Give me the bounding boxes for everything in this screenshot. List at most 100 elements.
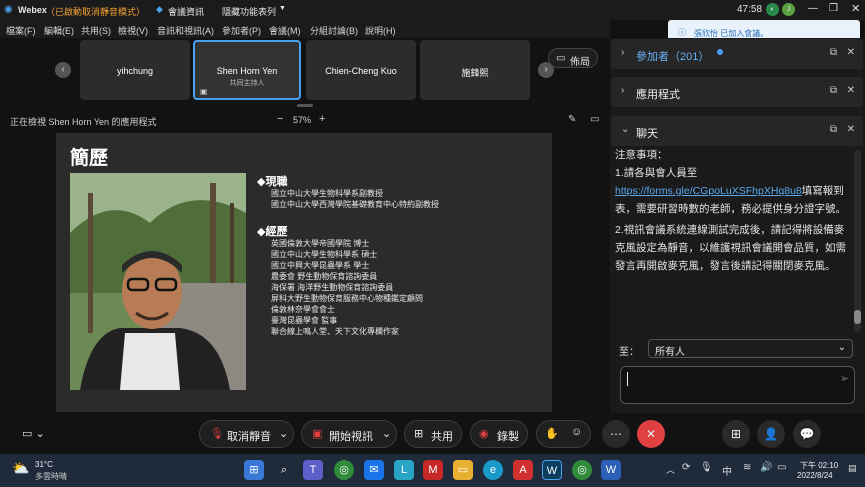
chat-panel-header[interactable]: ⌄ 聊天 ⧉ ✕ [611, 116, 863, 146]
menu-file[interactable]: 檔案(F) [6, 24, 36, 37]
start-video-button[interactable]: ▣ 開始視訊 ⌄ [301, 420, 397, 448]
apps-panel-header[interactable]: › 應用程式 ⧉ ✕ [611, 77, 863, 107]
mute-mode-label: （已啟動取消靜音模式） [46, 7, 146, 17]
edge-icon[interactable]: e [483, 460, 503, 480]
volume-icon[interactable]: 🔊 [760, 462, 772, 473]
window-icon[interactable]: ▭ [590, 114, 599, 125]
close-icon[interactable]: ✕ [847, 124, 855, 135]
slide-line: 國立中山大學生物科學系副教授 [271, 189, 383, 198]
zoom-out-button[interactable]: − [277, 113, 283, 125]
wifi-icon[interactable]: ≋ [743, 462, 751, 473]
video-tile-chien-cheng-kuo[interactable]: Chien-Cheng Kuo [306, 40, 416, 100]
close-icon[interactable]: ✕ [851, 2, 860, 15]
chat-icon[interactable]: 💬 [793, 420, 821, 448]
meeting-timer: 47:58 [737, 4, 763, 15]
tile-name: Chien-Cheng Kuo [325, 66, 397, 76]
hide-menu-bar-link[interactable]: 隱藏功能表列 [222, 5, 276, 18]
chat-text: 2.視訊會議系統連線測試完成後，請記得將設備麥克風設定為靜音，以維護視訊會議開會… [615, 224, 846, 272]
chevron-down-icon[interactable]: ⌄ [382, 427, 391, 440]
form-link[interactable]: https://forms.gle/CGpoLuXSFhpXHq8u8 [615, 185, 802, 197]
clock-time[interactable]: 下午 02:10 [800, 460, 838, 471]
video-tile-yihchung[interactable]: yihchung [80, 40, 190, 100]
close-icon[interactable]: ✕ [847, 85, 855, 96]
popout-icon[interactable]: ⧉ [830, 124, 837, 135]
menu-bar: 檔案(F) 編輯(E) 共用(S) 檢視(V) 音訊和視訊(A) 參加者(P) … [0, 20, 610, 38]
mcafee-icon[interactable]: M [423, 460, 443, 480]
line-icon[interactable]: L [394, 460, 414, 480]
recipient-select[interactable]: 所有人 ⌄ [648, 339, 853, 358]
start-icon[interactable]: ⊞ [244, 460, 264, 480]
emoji-icon[interactable]: ☺ [571, 426, 582, 438]
more-options-button[interactable]: ⋯ [602, 420, 630, 448]
notification-icon[interactable]: ▤ [848, 463, 857, 474]
popout-icon[interactable]: ⧉ [830, 47, 837, 58]
status-icon: ◐ [766, 3, 779, 16]
chat-input[interactable]: ➢ [620, 366, 855, 404]
pdf-icon[interactable]: A [513, 460, 533, 480]
webex-logo-icon: ◉ [4, 4, 13, 15]
folder-icon[interactable]: ▭ [453, 460, 473, 480]
maximize-icon[interactable]: ❐ [829, 3, 838, 14]
tray-chevron-icon[interactable]: ︿ [666, 463, 675, 476]
video-off-icon: ▣ [312, 428, 323, 440]
zoom-in-button[interactable]: + [319, 113, 325, 125]
weather-icon[interactable]: ⛅ [12, 460, 29, 477]
menu-audio-video[interactable]: 音訊和視訊(A) [157, 24, 214, 37]
tile-name: Shen Horn Yen [216, 66, 278, 76]
menu-edit[interactable]: 編輯(E) [44, 24, 74, 37]
menu-breakout[interactable]: 分組討論(B) [310, 24, 358, 37]
raise-hand-icon[interactable]: ✋ [545, 427, 559, 440]
chevron-right-icon[interactable]: › [621, 85, 624, 96]
word-icon[interactable]: W [601, 460, 621, 480]
layout-button[interactable]: ▭ 佈局 [548, 48, 598, 68]
captions-icon[interactable]: ▭ ⌄ [22, 427, 45, 440]
mail-icon[interactable]: ✉ [364, 460, 384, 480]
teams-icon[interactable]: T [303, 460, 323, 480]
chat-scrollbar[interactable] [854, 150, 861, 332]
share-button[interactable]: ⊞ 共用 [404, 420, 462, 448]
tray-app-icon[interactable]: ⟳ [682, 462, 690, 473]
minimize-icon[interactable]: — [808, 3, 818, 14]
chevron-right-icon[interactable]: › [621, 47, 624, 58]
filmstrip-prev-button[interactable]: ‹ [55, 62, 71, 78]
video-tile-4[interactable]: 施鋒熙 [420, 40, 530, 100]
participants-panel-header[interactable]: › 參加者（201） ⧉ ✕ [611, 39, 863, 69]
chrome-profile-icon[interactable]: ◎ [572, 460, 592, 480]
app-title: Webex [18, 5, 47, 15]
unmute-button[interactable]: 🎙 取消靜音 ⌄ [199, 420, 294, 448]
tile-name: 施鋒熙 [461, 68, 489, 78]
avatar[interactable]: J [782, 3, 795, 16]
menu-meeting[interactable]: 會議(M) [269, 24, 301, 37]
mic-tray-icon[interactable]: 🎙 [700, 462, 713, 473]
meeting-info-link[interactable]: 會議資訊 [168, 5, 204, 18]
annotate-icon[interactable]: ✎ [568, 114, 576, 125]
battery-icon[interactable]: ▭ [777, 462, 786, 473]
chevron-down-icon[interactable]: ⌄ [279, 427, 288, 440]
webex-icon[interactable]: W [542, 460, 562, 480]
slide-title: 簡歷 [70, 148, 109, 169]
participants-icon[interactable]: 👤 [757, 420, 785, 448]
filmstrip-resize-handle[interactable] [297, 104, 313, 107]
record-button[interactable]: ◉ 錄製 [470, 420, 528, 448]
clock-date[interactable]: 2022/8/24 [797, 471, 833, 480]
send-icon[interactable]: ➢ [840, 372, 849, 385]
unmute-label: 取消靜音 [227, 431, 271, 443]
chrome-icon[interactable]: ◎ [334, 460, 354, 480]
menu-view[interactable]: 檢視(V) [118, 24, 148, 37]
scrollbar-thumb[interactable] [854, 310, 861, 324]
menu-share[interactable]: 共用(S) [81, 24, 111, 37]
chevron-down-icon[interactable]: ⌄ [621, 124, 629, 135]
menu-participants[interactable]: 參加者(P) [222, 24, 261, 37]
popout-icon[interactable]: ⧉ [830, 85, 837, 96]
search-icon[interactable]: ⌕ [274, 460, 294, 480]
video-tile-shen-horn-yen[interactable]: Shen Horn Yen 共同主持人 ▣ [193, 40, 301, 100]
slide-line: 海保署 海洋野生動物保育諮詢委員 [271, 283, 394, 292]
leave-meeting-button[interactable]: ✕ [637, 420, 665, 448]
apps-icon[interactable]: ⊞ [722, 420, 750, 448]
chevron-down-icon[interactable]: ▼ [279, 5, 286, 12]
record-icon: ◉ [479, 428, 489, 440]
apps-label: 應用程式 [636, 89, 680, 101]
close-icon[interactable]: ✕ [847, 47, 855, 58]
ime-indicator[interactable]: 中 [722, 463, 732, 478]
menu-help[interactable]: 說明(H) [365, 24, 396, 37]
